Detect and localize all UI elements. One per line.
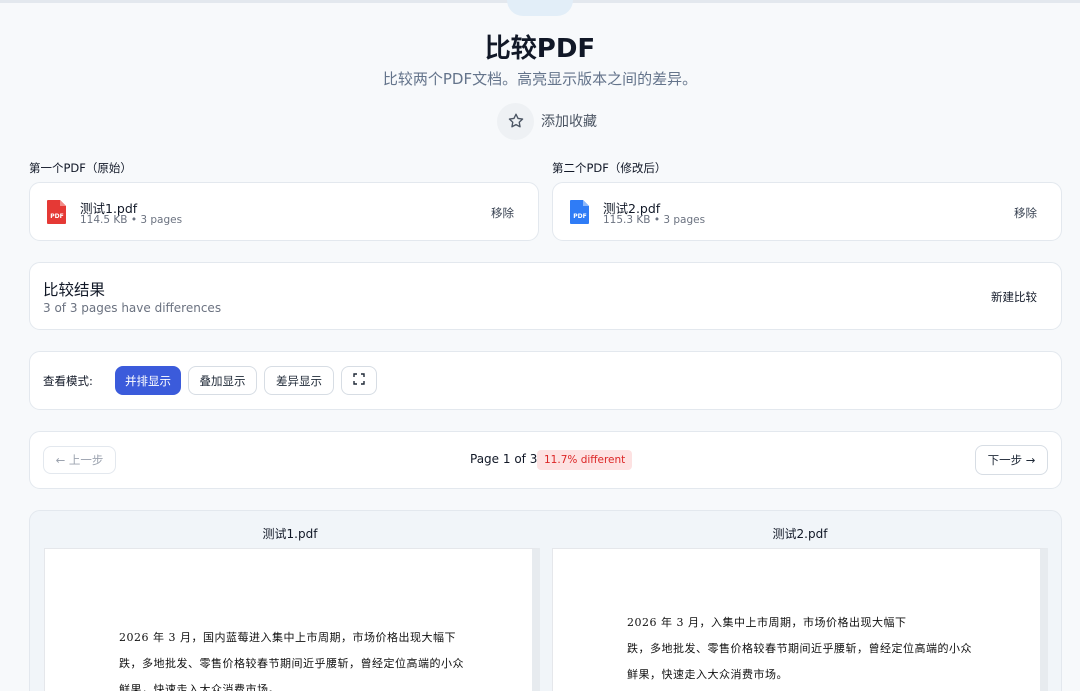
right-doc-line: 跌，多地批发、零售价格较春节期间近乎腰斩，曾经定位高端的小众 xyxy=(627,642,972,655)
previous-page-button[interactable]: ← 上一步 xyxy=(43,446,116,474)
add-favorite-label[interactable]: 添加收藏 xyxy=(541,111,597,131)
pagination-card: ← 上一步 Page 1 of 3 11.7% different 下一步 → xyxy=(29,431,1062,489)
comparison-result-card: 比较结果 3 of 3 pages have differences 新建比较 xyxy=(29,262,1062,330)
first-pdf-remove-button[interactable]: 移除 xyxy=(491,205,514,221)
second-pdf-meta: 115.3 KB • 3 pages xyxy=(603,214,706,226)
page-title: 比较PDF xyxy=(484,34,596,64)
view-mode-card: 查看模式: 并排显示 叠加显示 差异显示 xyxy=(29,351,1062,410)
left-doc-line: 鲜果，快速走入大众消费市场。 xyxy=(119,683,280,691)
overlay-button[interactable]: 叠加显示 xyxy=(188,366,257,395)
page-subtitle: 比较两个PDF文档。高亮显示版本之间的差异。 xyxy=(382,70,698,88)
pdf-file-blue-icon: PDF xyxy=(569,199,591,225)
pdf-file-red-icon: PDF xyxy=(46,199,68,225)
svg-text:PDF: PDF xyxy=(573,213,586,220)
left-doc-line: 跌，多地批发、零售价格较春节期间近乎腰斩，曾经定位高端的小众 xyxy=(119,657,464,670)
difference-badge: 11.7% different xyxy=(537,450,633,470)
new-comparison-button[interactable]: 新建比较 xyxy=(991,289,1037,305)
diff-view-button[interactable]: 差异显示 xyxy=(264,366,334,395)
second-pdf-label: 第二个PDF（修改后） xyxy=(552,161,667,175)
right-page-preview[interactable]: 2026 年 3 月，入集中上市周期，市场价格出现大幅下 跌，多地批发、零售价格… xyxy=(552,548,1048,691)
second-pdf-remove-button[interactable]: 移除 xyxy=(1014,205,1037,221)
right-pane-title: 测试2.pdf xyxy=(772,527,828,541)
page-indicator: Page 1 of 3 xyxy=(470,452,538,466)
fullscreen-button[interactable] xyxy=(341,366,377,395)
result-title: 比较结果 xyxy=(43,281,106,299)
fullscreen-icon xyxy=(353,373,365,388)
result-summary: 3 of 3 pages have differences xyxy=(43,301,222,315)
left-page-preview[interactable]: 2026 年 3 月，国内蓝莓进入集中上市周期，市场价格出现大幅下 跌，多地批发… xyxy=(44,548,540,691)
first-pdf-card: PDF 测试1.pdf 114.5 KB • 3 pages 移除 xyxy=(29,182,539,241)
comparison-viewer: 测试1.pdf 测试2.pdf 2026 年 3 月，国内蓝莓进入集中上市周期，… xyxy=(29,510,1062,691)
top-tab-handle[interactable] xyxy=(507,0,573,16)
svg-text:PDF: PDF xyxy=(50,213,63,220)
first-pdf-meta: 114.5 KB • 3 pages xyxy=(80,214,183,226)
view-mode-label: 查看模式: xyxy=(43,374,93,388)
side-by-side-button[interactable]: 并排显示 xyxy=(115,366,181,395)
next-page-button[interactable]: 下一步 → xyxy=(975,445,1048,475)
second-pdf-card: PDF 测试2.pdf 115.3 KB • 3 pages 移除 xyxy=(552,182,1062,241)
star-icon[interactable] xyxy=(497,102,534,140)
add-favorite-button[interactable]: 添加收藏 xyxy=(497,102,597,140)
right-doc-line: 鲜果，快速走入大众消费市场。 xyxy=(627,668,788,681)
first-pdf-label: 第一个PDF（原始） xyxy=(29,161,132,175)
left-doc-line: 2026 年 3 月，国内蓝莓进入集中上市周期，市场价格出现大幅下 xyxy=(119,631,456,644)
left-pane-title: 测试1.pdf xyxy=(262,527,318,541)
right-doc-line: 2026 年 3 月，入集中上市周期，市场价格出现大幅下 xyxy=(627,616,907,629)
